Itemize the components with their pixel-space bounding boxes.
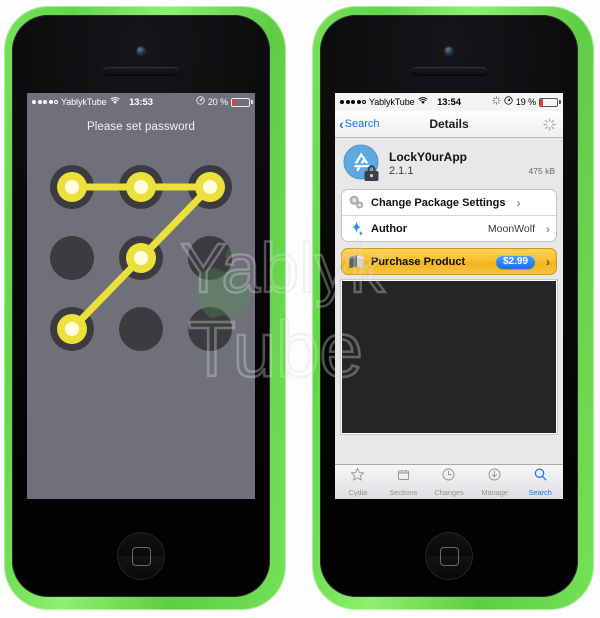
battery-icon	[539, 98, 561, 107]
front-camera-icon	[137, 47, 145, 55]
search-icon	[533, 467, 548, 487]
app-header: LockY0urApp 2.1.1 475 kB	[335, 138, 563, 189]
chevron-right-icon: ›	[546, 221, 550, 236]
row-author[interactable]: Author MoonWolf ›	[342, 215, 556, 241]
tab-sections[interactable]: Sections	[381, 465, 427, 499]
tab-changes[interactable]: Changes	[426, 465, 472, 499]
chevron-right-icon: ›	[546, 254, 550, 269]
left-screen: YablykTube 13:53 20 % Please set passwor…	[27, 93, 255, 499]
details-group: Change Package Settings › Author MoonWol…	[341, 189, 557, 242]
right-status-bar: YablykTube 13:54 19 %	[335, 93, 563, 111]
gears-icon	[348, 194, 365, 211]
app-meta: LockY0urApp 2.1.1 475 kB	[389, 150, 555, 177]
chevron-right-icon: ›	[516, 195, 521, 210]
right-screen: YablykTube 13:54 19 % ‹ Search Details L…	[335, 93, 563, 499]
package-description-webview	[341, 280, 557, 434]
package-book-icon	[348, 253, 365, 270]
price-badge: $2.99	[495, 254, 535, 269]
star-icon	[350, 467, 365, 487]
right-phone: YablykTube 13:54 19 % ‹ Search Details L…	[308, 4, 598, 614]
row-change-package-settings[interactable]: Change Package Settings ›	[342, 190, 556, 215]
tab-cydia[interactable]: Cydia	[335, 465, 381, 499]
box-icon	[396, 467, 411, 487]
sparkle-icon	[348, 220, 365, 237]
tab-label: Sections	[389, 488, 418, 497]
pattern-grid[interactable]	[27, 153, 255, 383]
front-camera-icon	[445, 47, 453, 55]
right-phone-face: YablykTube 13:54 19 % ‹ Search Details L…	[320, 15, 578, 597]
purchase-label: Purchase Product	[371, 255, 466, 268]
tab-label: Manage	[481, 488, 508, 497]
tab-search[interactable]: Search	[517, 465, 563, 499]
app-size: 475 kB	[528, 165, 555, 176]
app-version: 2.1.1	[389, 164, 414, 177]
pattern-lock-screen[interactable]: Please set password	[27, 111, 255, 499]
pattern-canvas[interactable]	[27, 153, 255, 383]
app-store-lock-icon	[343, 144, 381, 182]
screenshot-stage: YablykTube 13:53 20 % Please set passwor…	[0, 0, 600, 618]
purchase-product-button[interactable]: Purchase Product $2.99 ›	[342, 249, 556, 274]
tab-label: Cydia	[348, 488, 368, 497]
left-phone-face: YablykTube 13:53 20 % Please set passwor…	[12, 15, 270, 597]
home-button[interactable]	[117, 532, 165, 580]
row-label: Change Package Settings	[371, 196, 506, 209]
tab-bar: Cydia Sections Changes Manage Search	[335, 464, 563, 499]
earpiece-speaker	[411, 67, 487, 76]
lock-instruction-text: Please set password	[86, 121, 195, 133]
status-clock: 13:53	[129, 96, 153, 108]
navigation-bar: ‹ Search Details	[335, 111, 563, 138]
row-label: Author	[371, 222, 408, 235]
left-phone: YablykTube 13:53 20 % Please set passwor…	[0, 4, 290, 614]
download-icon	[487, 467, 502, 487]
purchase-group: Purchase Product $2.99 ›	[341, 248, 557, 275]
status-clock: 13:54	[437, 96, 461, 108]
cydia-details-view: ‹ Search Details LockY0urApp 2.1.1 475 k…	[335, 111, 563, 499]
page-title: Details	[429, 117, 469, 131]
home-button[interactable]	[425, 532, 473, 580]
tab-manage[interactable]: Manage	[472, 465, 518, 499]
app-subline: 2.1.1 475 kB	[389, 165, 555, 177]
tab-label: Changes	[434, 488, 464, 497]
row-value: MoonWolf	[487, 222, 535, 235]
clock-icon	[441, 467, 456, 487]
tab-label: Search	[528, 488, 552, 497]
app-name: LockY0urApp	[389, 149, 468, 164]
battery-icon	[231, 98, 253, 107]
earpiece-speaker	[103, 67, 179, 76]
left-status-bar: YablykTube 13:53 20 %	[27, 93, 255, 111]
